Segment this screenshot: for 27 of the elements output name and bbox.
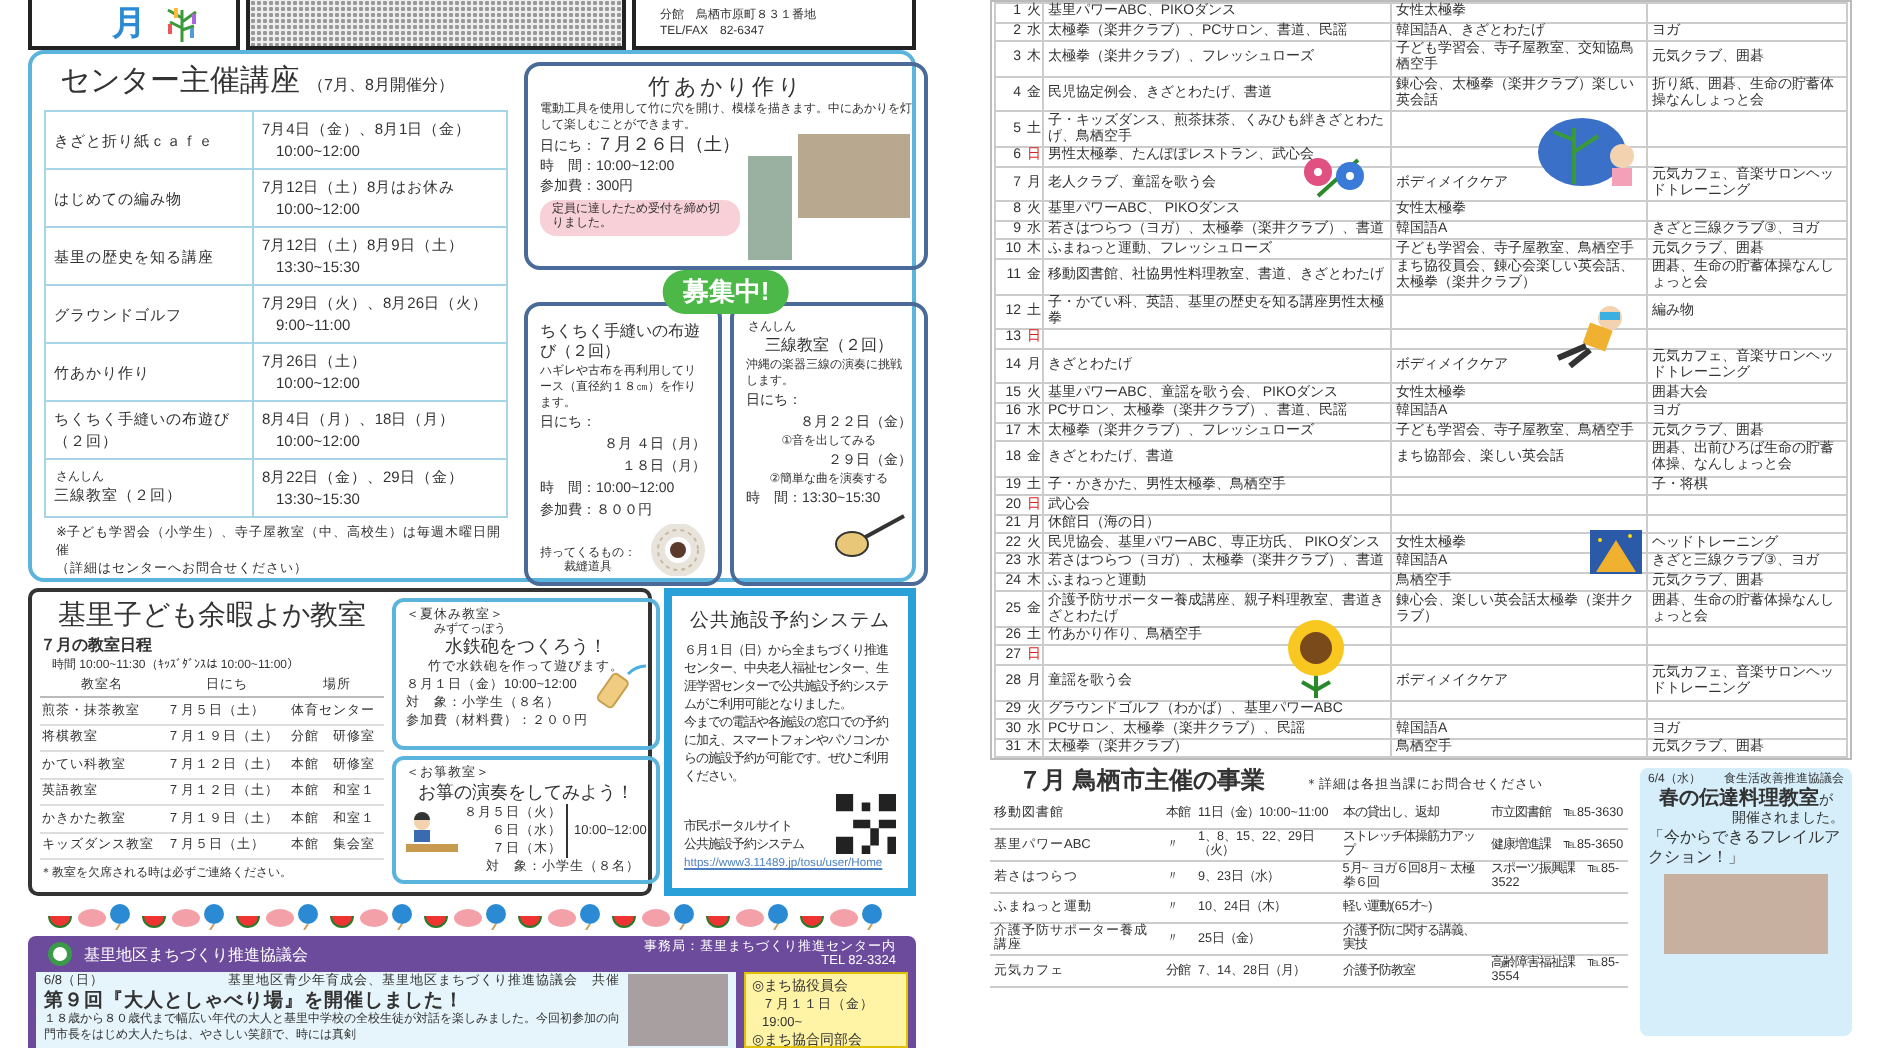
box-title: 水鉄砲をつくろう！ [443,636,610,658]
box-title: 公共施設予約システム [688,612,892,630]
month-label: 月 [112,2,146,46]
photo-placeholder [748,156,792,260]
photo-placeholder [628,974,728,1046]
event-headline: 春の伝達料理教室 [1659,788,1819,811]
schedule-subtitle: ７月の教室日程 [40,634,154,656]
wreath-drawing [650,524,706,576]
section-title: 基里子ども余暇よか教室 [56,598,368,634]
emblem-icon [48,942,72,966]
section-title: ７月 鳥栖市主催の事業 [1018,764,1265,799]
section-title: センター主催講座 [60,62,300,100]
quote-text: 「今からできるフレイルアクション！」 [1648,828,1842,869]
date-text: ７月２６日（土） [596,134,740,154]
photo-placeholder [798,134,910,218]
box-title: 三線教室（２回） [763,336,895,356]
qr-code-icon [836,794,896,854]
tent-drawing [1590,530,1642,575]
section-subtitle: （7月、8月開催分） [308,74,454,96]
article-headline: 第９回『大人としゃべり場』を開催しました！ [44,990,466,1012]
box-title: 竹あかり作り [646,74,806,102]
box-title: お箏の演奏をしてみよう！ [416,782,637,804]
recruiting-badge: 募集中! [662,270,790,314]
sunflower-drawing [1282,618,1350,699]
tanabata-icon [162,5,202,41]
box-title: ちくちく手縫いの布遊び（２回） [540,322,702,362]
section-title: 基里地区まちづくり推進協議会 [84,943,310,965]
